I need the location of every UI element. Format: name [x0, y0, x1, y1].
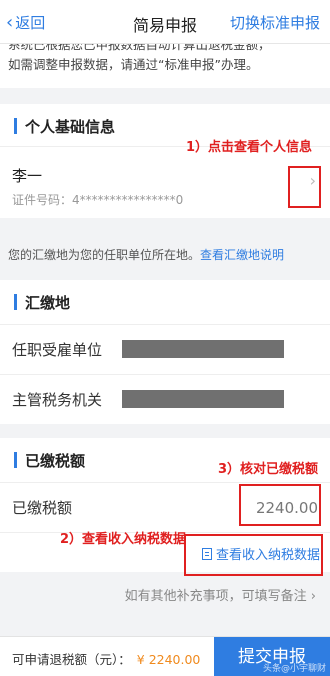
- personal-info-row[interactable]: 李一 证件号码：4****************0 ›: [0, 146, 330, 218]
- tax-office-masked: [122, 390, 284, 408]
- refund-amount: ¥ 2240.00: [136, 652, 201, 667]
- chevron-left-icon: ‹: [6, 11, 14, 33]
- employer-masked: [122, 340, 284, 358]
- payment-location-link[interactable]: 查看汇缴地说明: [200, 248, 284, 262]
- hint-text: 您的汇缴地为您的任职单位所在地。: [8, 248, 201, 262]
- refund-label: 可申请退税额（元）：: [12, 652, 131, 667]
- paid-tax-title: 已缴税额: [25, 451, 86, 470]
- employer-row: 任职受雇单位: [0, 324, 330, 374]
- cert-value: 4****************0: [72, 193, 184, 207]
- cert-label: 证件号码：: [12, 193, 73, 207]
- payment-location-hint: 您的汇缴地为您的任职单位所在地。查看汇缴地说明: [0, 238, 330, 272]
- notice-line-1: 系统已根据您已申报数据自动计算出退税金额，: [8, 44, 271, 52]
- tax-office-row: 主管税务机关: [0, 374, 330, 424]
- income-link-label: 查看收入纳税数据: [215, 548, 320, 563]
- payment-location-header: 汇缴地: [0, 280, 330, 324]
- paid-tax-row: 已缴税额: [0, 482, 330, 532]
- remark-link[interactable]: 如有其他补充事项，可填写备注 ›: [0, 582, 330, 612]
- notice-line-2: 如需调整申报数据，请通过“标准申报”办理。: [8, 57, 259, 72]
- section-bar: [14, 294, 17, 310]
- employer-label: 任职受雇单位: [12, 341, 103, 359]
- back-label: 返回: [15, 14, 46, 32]
- notice-text: 系统已根据您已申报数据自动计算出退税金额， 如需调整申报数据，请通过“标准申报”…: [0, 44, 330, 88]
- document-icon: [201, 547, 212, 560]
- annotation-2: 2）查看收入纳税数据: [60, 532, 187, 547]
- cert-number: 证件号码：4****************0: [12, 191, 183, 208]
- nav-bar: ‹ 返回 简易申报 切换标准申报: [0, 0, 330, 44]
- paid-tax-input[interactable]: [236, 495, 318, 521]
- chevron-right-icon[interactable]: ›: [310, 171, 316, 190]
- remark-text: 如有其他补充事项，可填写备注: [124, 589, 307, 604]
- chevron-right-icon: ›: [306, 589, 316, 604]
- personal-info-title: 个人基础信息: [25, 117, 116, 136]
- section-bar: [14, 118, 17, 134]
- tax-office-label: 主管税务机关: [12, 391, 103, 409]
- annotation-3: 3）核对已缴税额: [218, 462, 319, 477]
- payment-location-title: 汇缴地: [25, 293, 71, 312]
- income-tax-data-link[interactable]: 查看收入纳税数据: [201, 544, 320, 563]
- refund-summary: 可申请退税额（元）： ¥ 2240.00: [12, 649, 200, 668]
- footer-bar: 可申请退税额（元）： ¥ 2240.00 提交申报 头条@小宇聊财: [0, 636, 330, 676]
- person-name: 李一: [12, 167, 43, 185]
- back-button[interactable]: ‹ 返回: [6, 12, 45, 33]
- submit-button[interactable]: 提交申报: [214, 637, 330, 676]
- section-bar: [14, 452, 17, 468]
- paid-tax-label: 已缴税额: [12, 499, 73, 517]
- annotation-1: 1）点击查看个人信息: [186, 140, 313, 155]
- switch-standard-button[interactable]: 切换标准申报: [230, 12, 320, 33]
